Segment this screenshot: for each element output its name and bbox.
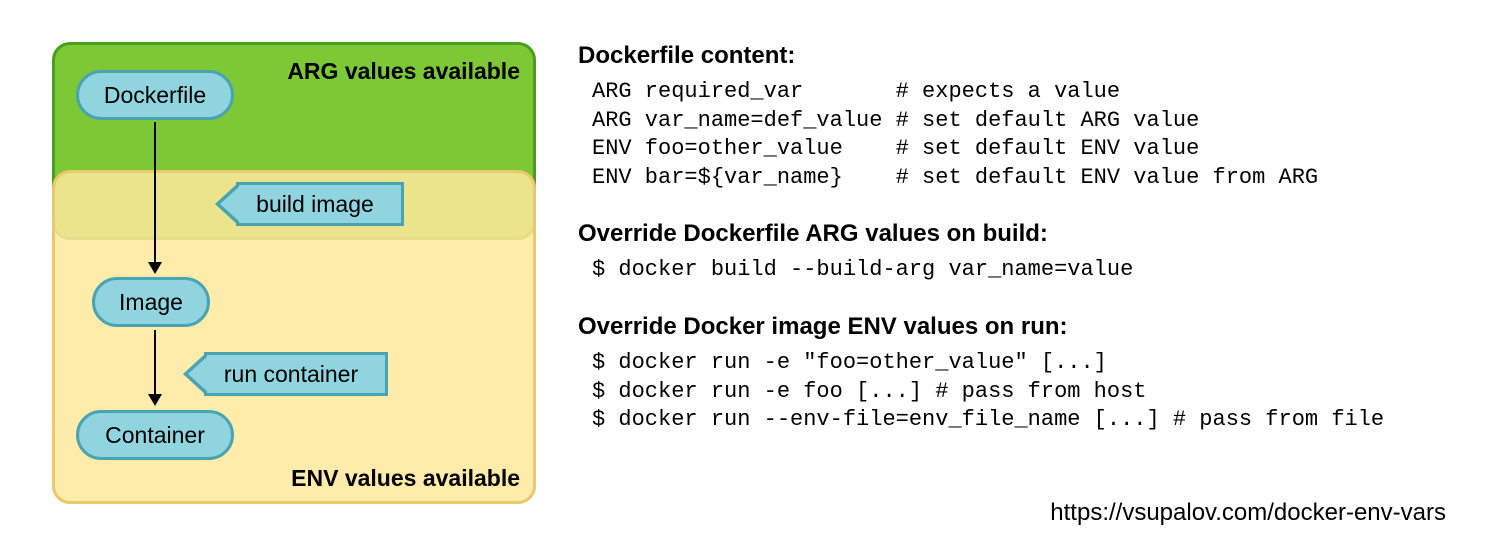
explanation-text-area: Dockerfile content: ARG required_var # e… — [578, 42, 1453, 463]
arg-box-label: ARG values available — [287, 58, 520, 85]
arrow-dockerfile-to-image — [154, 122, 156, 272]
tag-build-image: build image — [236, 182, 404, 226]
source-link: https://vsupalov.com/docker-env-vars — [1050, 499, 1446, 527]
code-override-env: $ docker run -e "foo=other_value" [...] … — [592, 349, 1453, 435]
heading-override-env: Override Docker image ENV values on run: — [578, 313, 1453, 341]
tag-run-container: run container — [204, 352, 388, 396]
env-box-label: ENV values available — [291, 465, 520, 492]
pill-dockerfile: Dockerfile — [76, 70, 234, 120]
code-dockerfile-content: ARG required_var # expects a value ARG v… — [592, 78, 1453, 192]
code-override-arg: $ docker build --build-arg var_name=valu… — [592, 256, 1453, 285]
heading-dockerfile-content: Dockerfile content: — [578, 42, 1453, 70]
diagram-area: ARG values available ENV values availabl… — [52, 42, 536, 504]
arrow-image-to-container — [154, 330, 156, 404]
pill-image: Image — [92, 277, 210, 327]
heading-override-arg: Override Dockerfile ARG values on build: — [578, 220, 1453, 248]
pill-container: Container — [76, 410, 234, 460]
